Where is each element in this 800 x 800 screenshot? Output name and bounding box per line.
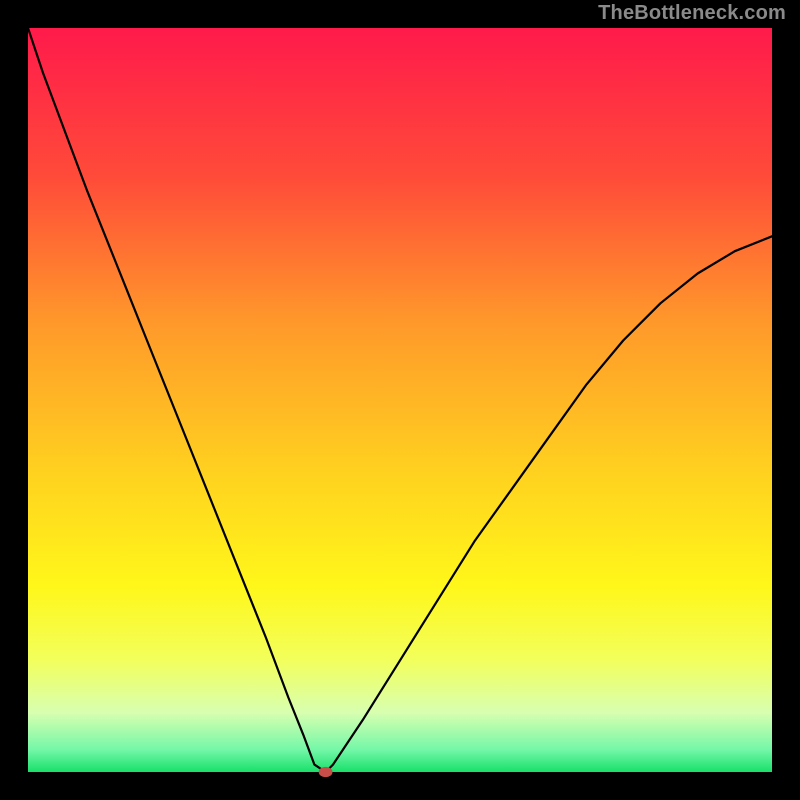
chart-frame: TheBottleneck.com [0, 0, 800, 800]
watermark-text: TheBottleneck.com [598, 2, 786, 25]
chart-svg [0, 0, 800, 800]
optimal-point-marker [319, 767, 333, 777]
